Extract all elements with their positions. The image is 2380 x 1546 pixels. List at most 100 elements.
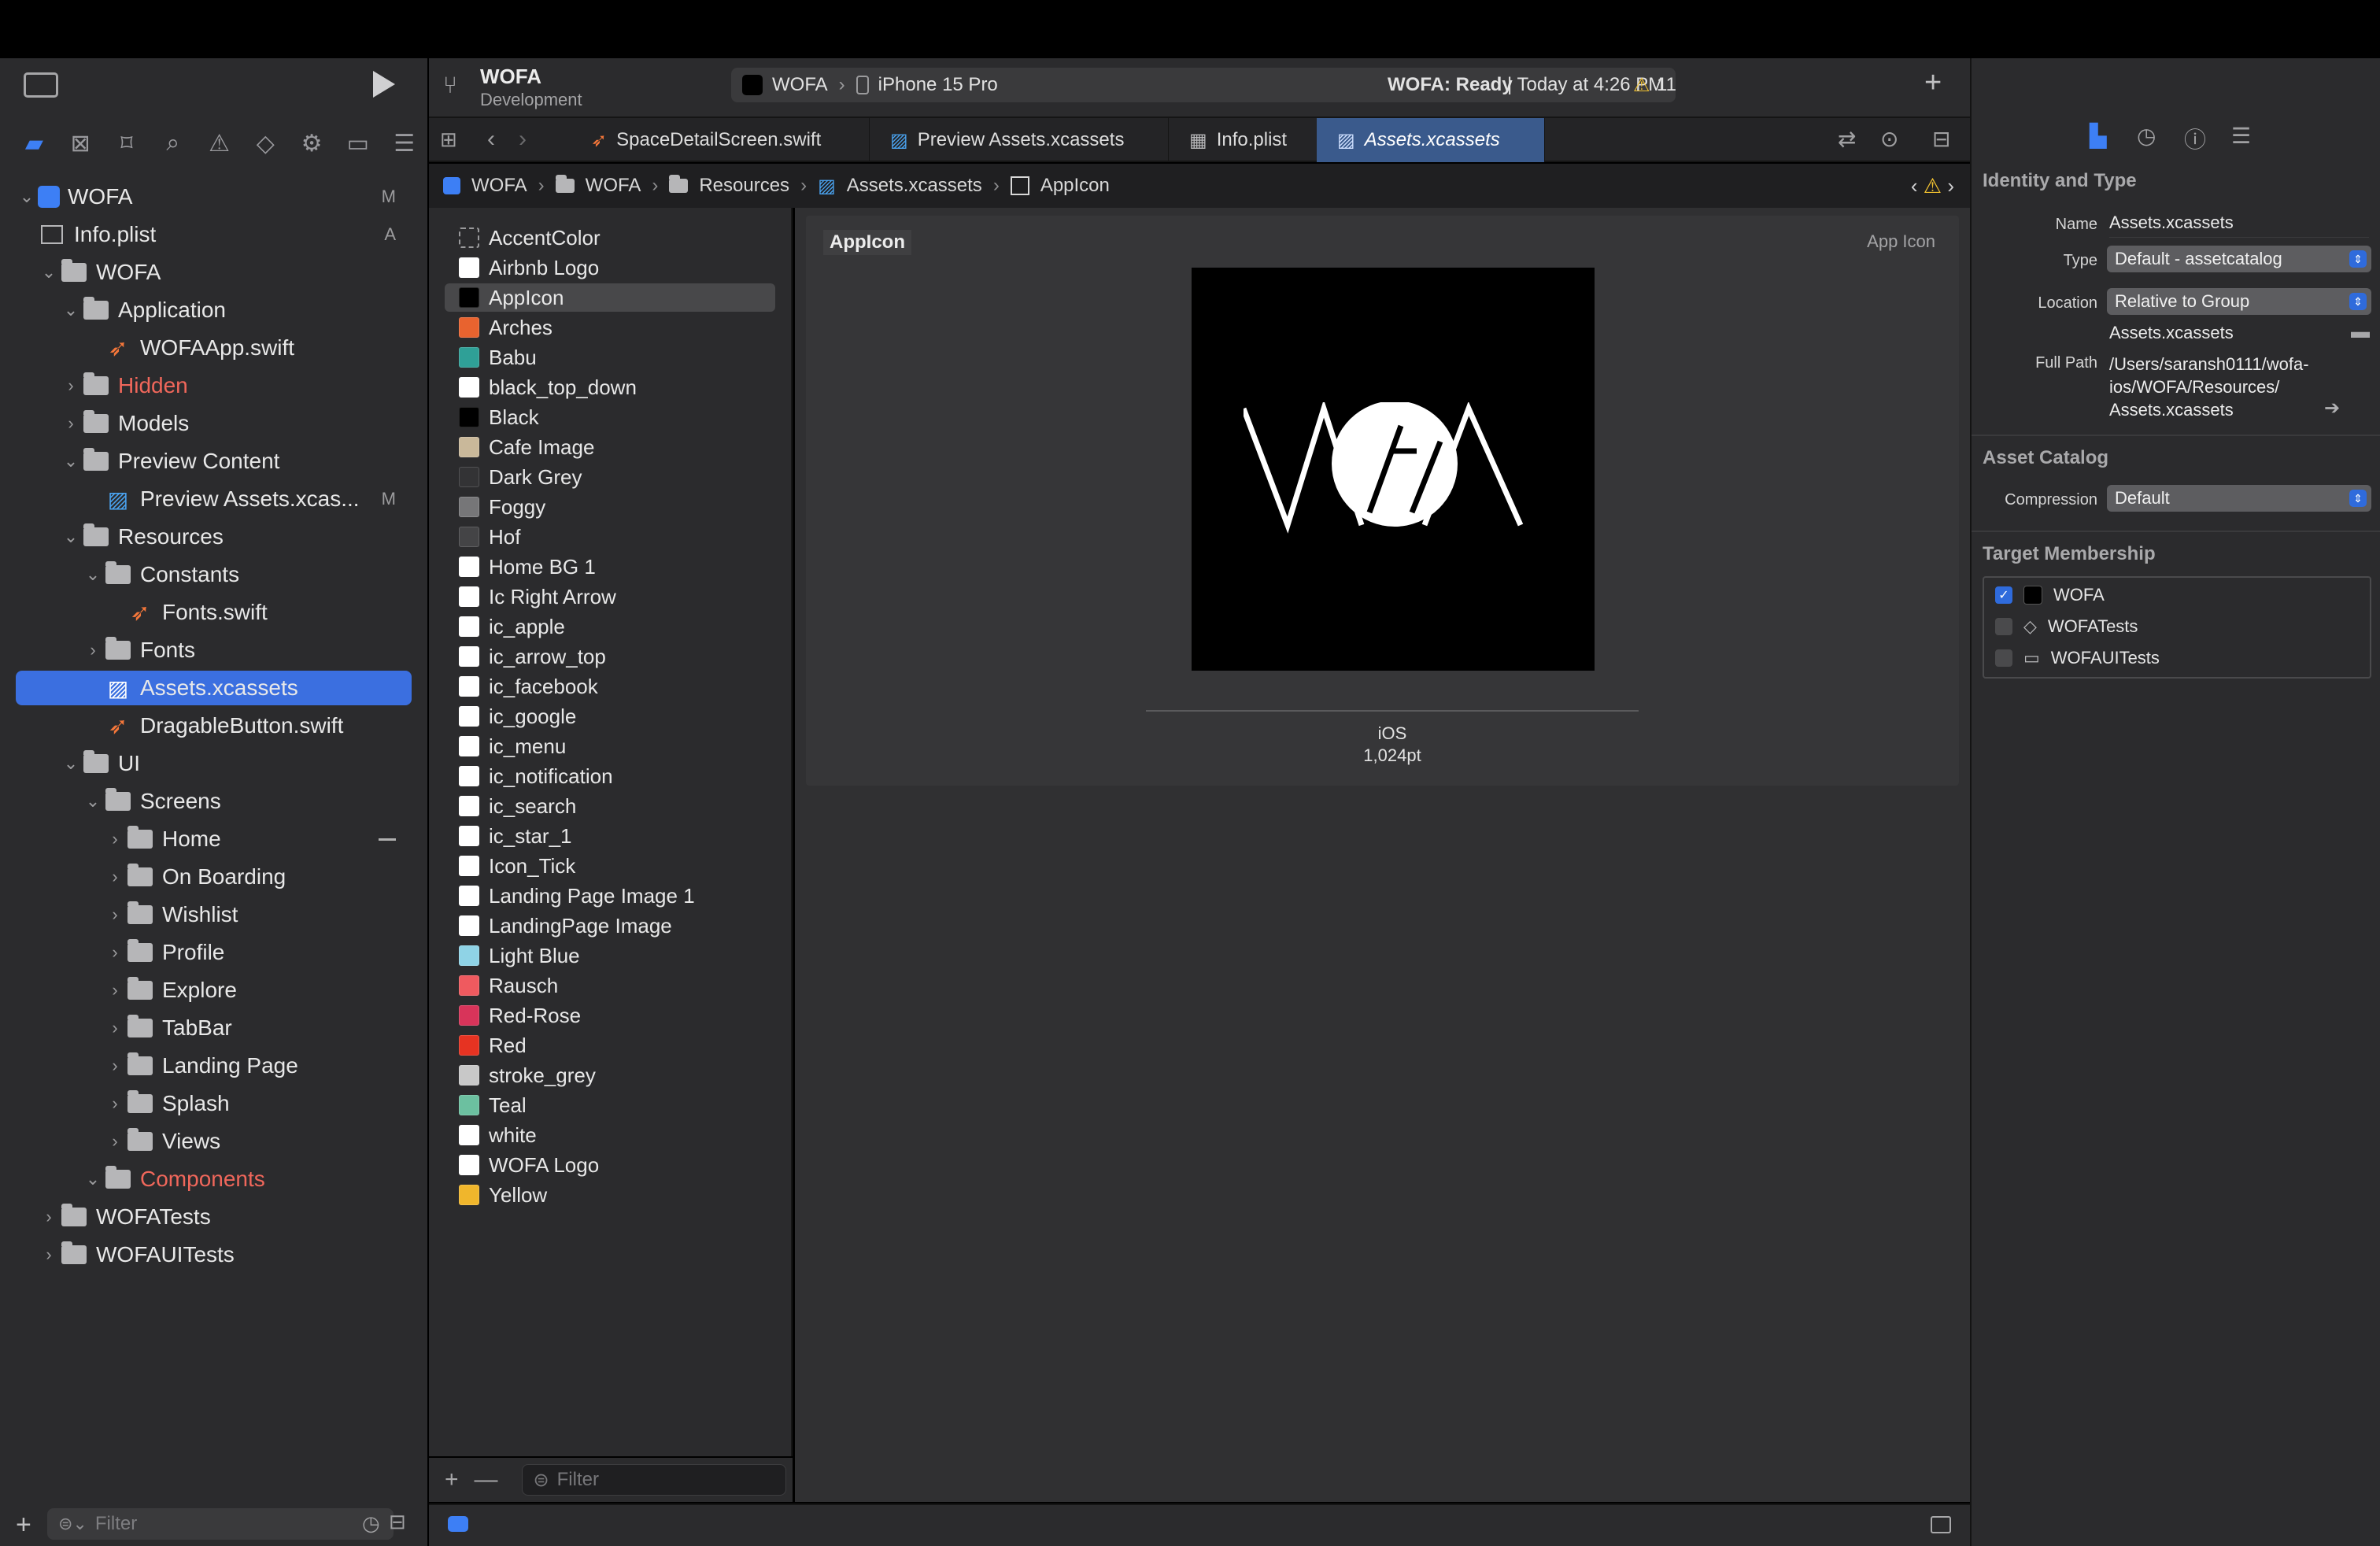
asset-item[interactable]: ic_search bbox=[445, 792, 775, 820]
warning-icon[interactable]: ⚠ bbox=[1633, 74, 1650, 97]
tree-item[interactable]: Info.plist A bbox=[16, 217, 412, 252]
asset-item[interactable]: Airbnb Logo bbox=[445, 253, 775, 282]
type-select[interactable]: Default - assetcatalog ⇕ bbox=[2107, 246, 2371, 272]
folder-icon[interactable]: ▰ bbox=[11, 126, 57, 161]
asset-item[interactable]: Light Blue bbox=[445, 941, 775, 970]
asset-item[interactable]: ic_star_1 bbox=[445, 822, 775, 850]
checkbox[interactable] bbox=[1995, 618, 2012, 635]
asset-item[interactable]: Rausch bbox=[445, 971, 775, 1000]
sidebar-toggle-icon[interactable] bbox=[24, 72, 58, 98]
history-icon[interactable]: ◷ bbox=[2137, 123, 2156, 149]
more-icon[interactable]: ⊙ bbox=[1880, 126, 1898, 152]
tree-item[interactable]: › Home bbox=[16, 822, 412, 856]
tree-item[interactable]: ⌄ WOFA bbox=[16, 255, 412, 290]
breadcrumb-item[interactable]: WOFA bbox=[471, 175, 527, 197]
tree-item[interactable]: › WOFATests bbox=[16, 1200, 412, 1234]
asset-item[interactable]: white bbox=[445, 1121, 775, 1149]
search-icon[interactable]: ⌕ bbox=[150, 126, 196, 161]
warning-icon[interactable]: ⚠ bbox=[196, 126, 242, 161]
grid-icon[interactable]: ⊞ bbox=[440, 128, 457, 152]
tree-item[interactable]: ⌄ Screens bbox=[16, 784, 412, 819]
debug-area-icon[interactable] bbox=[1931, 1516, 1951, 1533]
asset-item[interactable]: stroke_grey bbox=[445, 1061, 775, 1089]
tree-item[interactable]: ➶ WOFAApp.swift bbox=[16, 331, 412, 365]
file-inspector-icon[interactable]: ▙ bbox=[2090, 123, 2107, 149]
tree-item[interactable]: › TabBar bbox=[16, 1011, 412, 1045]
asset-item[interactable]: Black bbox=[445, 403, 775, 431]
asset-item[interactable]: Red bbox=[445, 1031, 775, 1060]
report-icon[interactable]: ☰ bbox=[381, 126, 427, 161]
tree-item[interactable]: ⌄ Constants bbox=[16, 557, 412, 592]
asset-item[interactable]: Landing Page Image 1 bbox=[445, 882, 775, 910]
folder-icon[interactable]: ▬ bbox=[2351, 321, 2370, 343]
tree-item[interactable]: › Profile bbox=[16, 935, 412, 970]
source-control-icon[interactable]: ⊠ bbox=[57, 126, 104, 161]
tab-assets[interactable]: ▨ Assets.xcassets bbox=[1317, 118, 1545, 162]
tree-item[interactable]: › Splash bbox=[16, 1086, 412, 1121]
reveal-arrow-icon[interactable]: ➔ bbox=[2324, 397, 2340, 420]
asset-item-selected[interactable]: AppIcon bbox=[445, 283, 775, 312]
tree-item-selected[interactable]: ▨ Assets.xcassets bbox=[16, 671, 412, 705]
member-row[interactable]: ▭ WOFAUITests bbox=[1995, 644, 2160, 672]
scheme-status-bar[interactable]: WOFA › iPhone 15 Pro WOFA: Ready | Today… bbox=[731, 68, 1676, 102]
tree-item[interactable]: ➶ Fonts.swift bbox=[16, 595, 412, 630]
remove-icon[interactable]: — bbox=[475, 1466, 498, 1493]
tree-item[interactable]: ⌄ Resources bbox=[16, 520, 412, 554]
asset-item[interactable]: ic_facebook bbox=[445, 672, 775, 701]
asset-item[interactable]: Cafe Image bbox=[445, 433, 775, 461]
tree-item[interactable]: › Hidden bbox=[16, 368, 412, 403]
asset-item[interactable]: WOFA Logo bbox=[445, 1151, 775, 1179]
split-editor-icon[interactable]: ⊟ bbox=[1932, 126, 1950, 152]
run-destination[interactable]: iPhone 15 Pro bbox=[878, 74, 998, 96]
back-icon[interactable]: ‹ bbox=[487, 126, 495, 153]
asset-item[interactable]: Icon_Tick bbox=[445, 852, 775, 880]
help-icon[interactable]: ⓘ bbox=[2184, 123, 2206, 154]
bookmark-icon[interactable]: ⌑ bbox=[104, 126, 150, 161]
tree-item[interactable]: › Models bbox=[16, 406, 412, 441]
tree-item[interactable]: › WOFAUITests bbox=[16, 1237, 412, 1272]
breakpoint-icon[interactable]: ▭ bbox=[334, 126, 381, 161]
add-icon[interactable]: + bbox=[16, 1510, 31, 1540]
member-row[interactable]: ✓ WOFA bbox=[1995, 581, 2105, 609]
checkbox[interactable] bbox=[1995, 649, 2012, 667]
recent-files-icon[interactable]: ◷ bbox=[362, 1511, 380, 1536]
tree-item[interactable]: ⌄ Components bbox=[16, 1162, 412, 1196]
tab-spacedetailscreen[interactable]: ➶ SpaceDetailScreen.swift bbox=[571, 118, 870, 162]
forward-icon[interactable]: › bbox=[519, 126, 527, 153]
name-field[interactable]: Assets.xcassets bbox=[2109, 213, 2369, 238]
location-select[interactable]: Relative to Group ⇕ bbox=[2107, 288, 2371, 315]
source-control-filter-icon[interactable]: ⊟ bbox=[389, 1510, 406, 1534]
asset-item[interactable]: ic_arrow_top bbox=[445, 642, 775, 671]
attributes-icon[interactable]: ☰ bbox=[2231, 123, 2251, 149]
tree-item[interactable]: ⌄ Preview Content bbox=[16, 444, 412, 479]
asset-filter[interactable]: ⊜ Filter bbox=[521, 1464, 786, 1496]
tab-preview-assets[interactable]: ▨ Preview Assets.xcassets bbox=[870, 118, 1169, 162]
tree-item[interactable]: ⌄ Application bbox=[16, 293, 412, 327]
warning-count[interactable]: 11 bbox=[1657, 74, 1676, 96]
asset-item[interactable]: Yellow bbox=[445, 1181, 775, 1209]
breadcrumb-item[interactable]: WOFA bbox=[586, 175, 641, 197]
asset-item[interactable]: Arches bbox=[445, 313, 775, 342]
tree-item[interactable]: › Explore bbox=[16, 973, 412, 1008]
asset-item[interactable]: ic_menu bbox=[445, 732, 775, 760]
run-icon[interactable] bbox=[373, 71, 395, 98]
console-toggle-icon[interactable] bbox=[448, 1516, 468, 1532]
breadcrumb-item[interactable]: AppIcon bbox=[1040, 175, 1110, 197]
test-icon[interactable]: ◇ bbox=[242, 126, 289, 161]
debug-icon[interactable]: ⚙ bbox=[289, 126, 335, 161]
scheme-target[interactable]: WOFA bbox=[772, 74, 828, 96]
asset-item[interactable]: Ic Right Arrow bbox=[445, 583, 775, 611]
tree-item[interactable]: ⌄ WOFA M bbox=[16, 179, 412, 214]
add-library-icon[interactable]: + bbox=[1924, 66, 1942, 100]
issue-navigator-icon[interactable]: ‹ ⚠ › bbox=[1911, 174, 1954, 198]
asset-item[interactable]: Home BG 1 bbox=[445, 553, 775, 581]
breadcrumb-item[interactable]: Assets.xcassets bbox=[847, 175, 982, 197]
breadcrumb-item[interactable]: Resources bbox=[699, 175, 789, 197]
asset-item[interactable]: ic_apple bbox=[445, 612, 775, 641]
asset-item[interactable]: LandingPage Image bbox=[445, 912, 775, 940]
asset-item[interactable]: Babu bbox=[445, 343, 775, 372]
tree-item[interactable]: › Wishlist bbox=[16, 897, 412, 932]
asset-item[interactable]: Dark Grey bbox=[445, 463, 775, 491]
asset-item[interactable]: Teal bbox=[445, 1091, 775, 1119]
asset-item[interactable]: black_top_down bbox=[445, 373, 775, 401]
